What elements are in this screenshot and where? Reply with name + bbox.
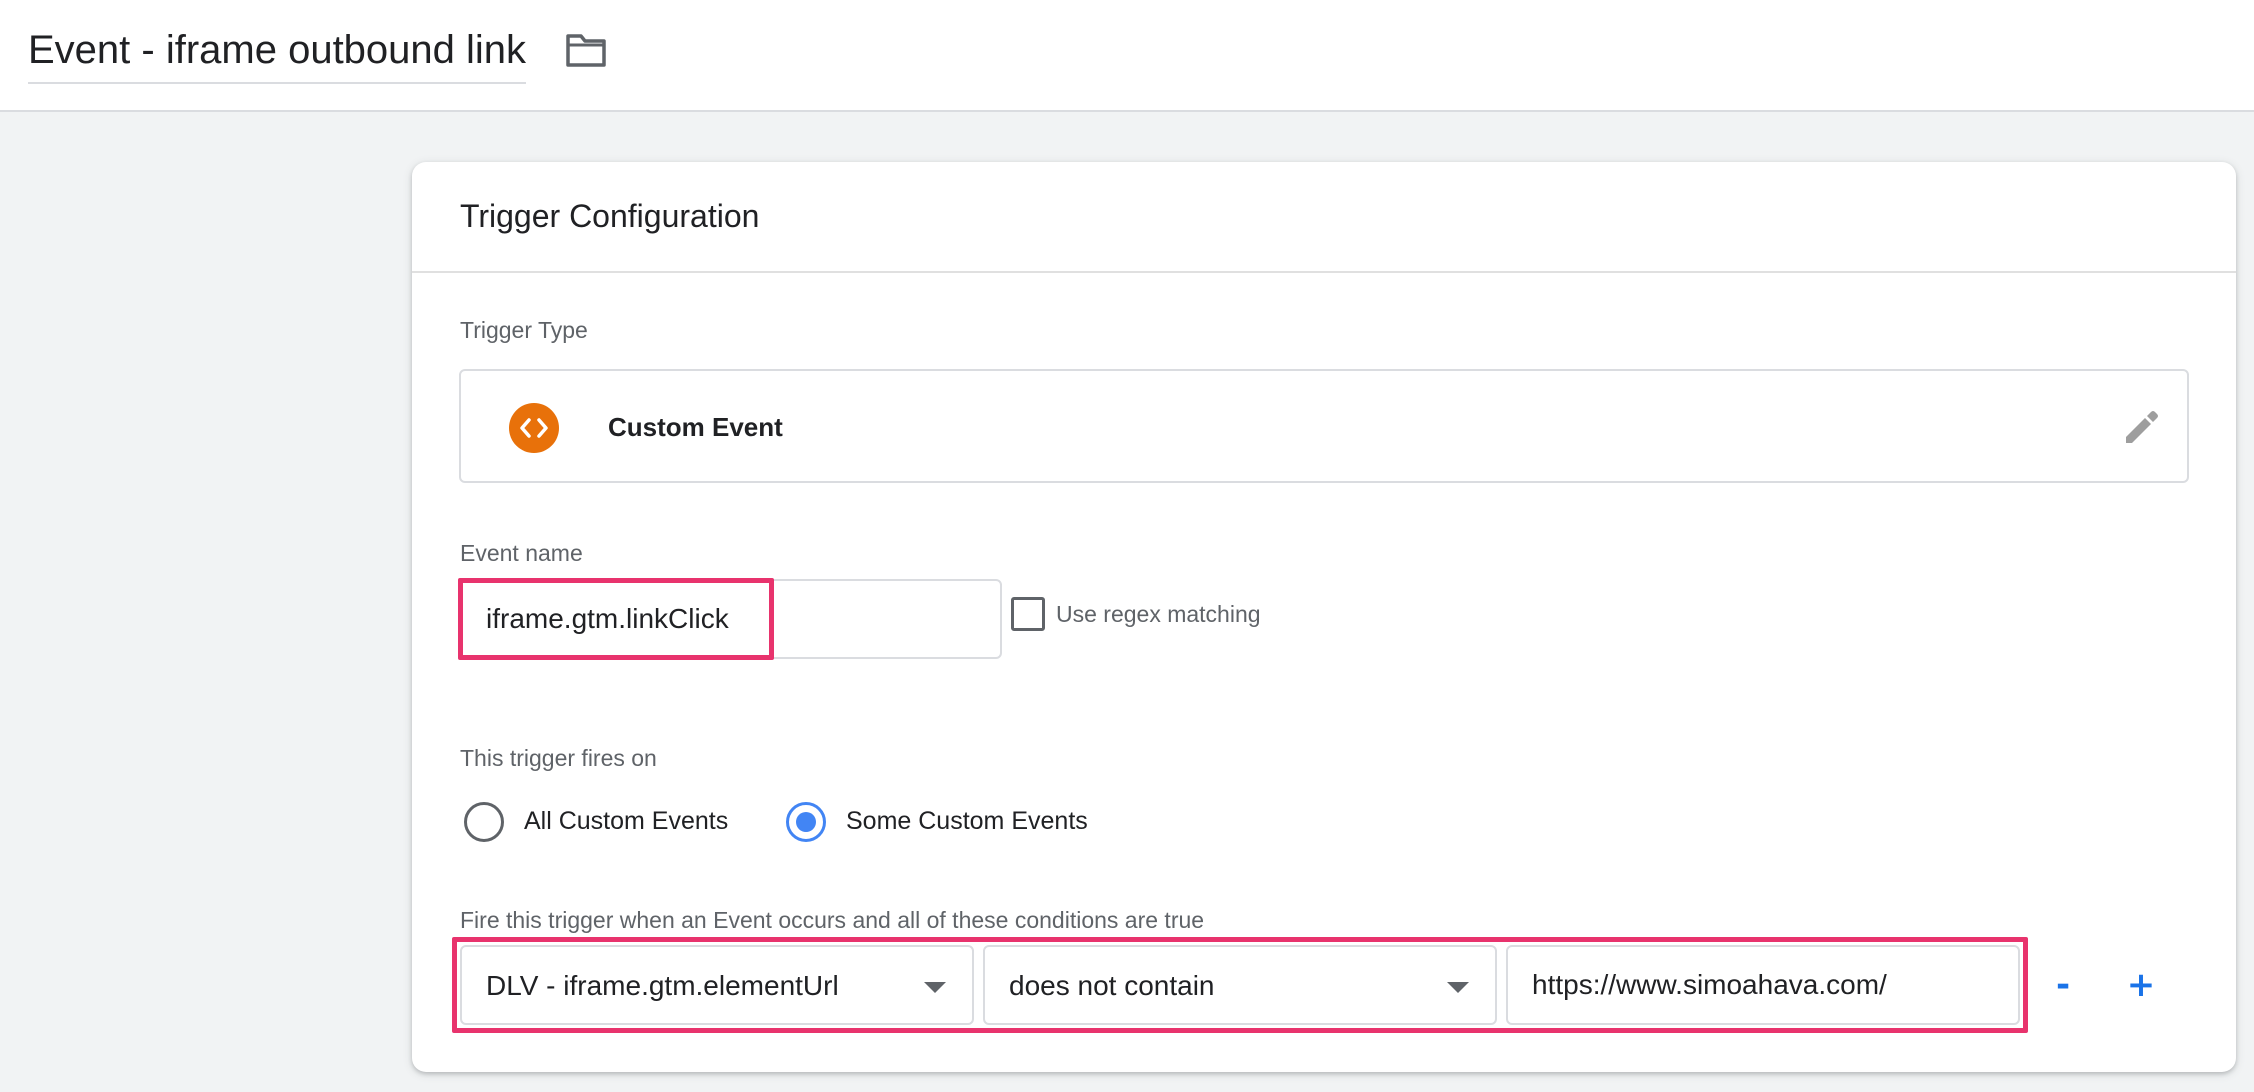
- folder-icon[interactable]: [564, 30, 608, 70]
- operator-select-value: does not contain: [1009, 970, 1215, 1001]
- trigger-type-label: Trigger Type: [460, 317, 588, 343]
- trigger-configuration-card: Trigger Configuration Trigger Type Custo…: [412, 162, 2236, 1072]
- regex-checkbox-label[interactable]: Use regex matching: [1056, 598, 1261, 630]
- regex-checkbox[interactable]: [1011, 597, 1045, 631]
- trigger-title-input[interactable]: Event - iframe outbound link: [28, 22, 527, 84]
- operator-select[interactable]: does not contain: [983, 945, 1497, 1025]
- variable-select-value: DLV - iframe.gtm.elementUrl: [486, 970, 839, 1001]
- pencil-icon[interactable]: [2118, 403, 2166, 451]
- event-name-label: Event name: [460, 540, 583, 566]
- card-title: Trigger Configuration: [460, 198, 760, 234]
- trigger-type-selector[interactable]: Custom Event: [459, 369, 2189, 483]
- radio-some-custom-events[interactable]: [786, 802, 826, 842]
- add-condition-button[interactable]: +: [2118, 962, 2164, 1008]
- radio-all-custom-events-label[interactable]: All Custom Events: [524, 804, 728, 838]
- radio-some-custom-events-label[interactable]: Some Custom Events: [846, 804, 1088, 838]
- chevron-down-icon: [1447, 982, 1469, 993]
- variable-select[interactable]: DLV - iframe.gtm.elementUrl: [460, 945, 974, 1025]
- top-bar: Event - iframe outbound link: [0, 0, 2254, 112]
- remove-condition-button[interactable]: -: [2040, 962, 2086, 1008]
- condition-value-input[interactable]: [1506, 945, 2020, 1025]
- radio-all-custom-events[interactable]: [464, 802, 504, 842]
- card-header: Trigger Configuration: [412, 162, 2236, 273]
- trigger-type-name: Custom Event: [608, 412, 783, 442]
- conditions-label: Fire this trigger when an Event occurs a…: [460, 907, 1205, 933]
- fires-on-label: This trigger fires on: [460, 745, 657, 771]
- event-name-input[interactable]: [460, 579, 1002, 659]
- code-brackets-icon: [509, 403, 559, 453]
- chevron-down-icon: [924, 982, 946, 993]
